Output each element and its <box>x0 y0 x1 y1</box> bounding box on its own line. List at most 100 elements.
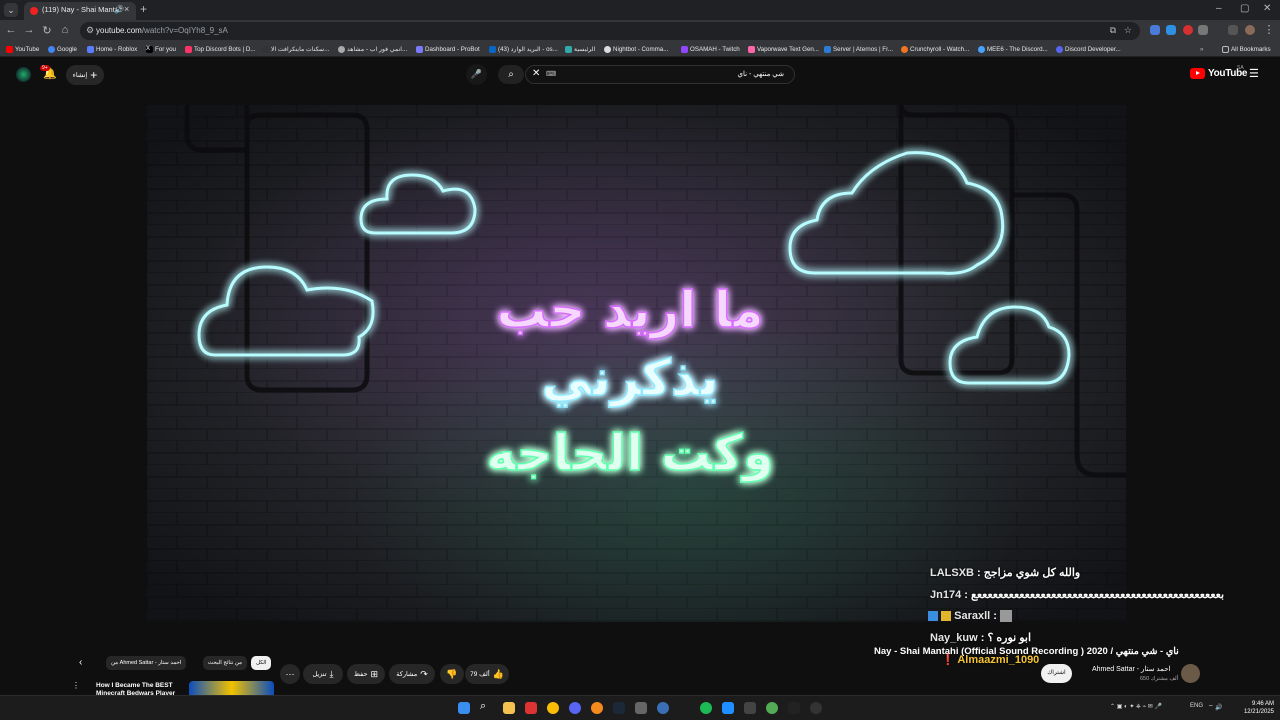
download-button[interactable]: تنزيل ⤓ <box>303 664 343 684</box>
chevron-left-icon[interactable]: ‹ <box>79 657 82 668</box>
dislike-button[interactable]: 👎 <box>440 664 464 684</box>
bookmark-probot[interactable]: Dashboard - ProBot <box>416 44 480 55</box>
all-bookmarks[interactable]: All Bookmarks <box>1222 44 1271 55</box>
extensions-puzzle-icon[interactable] <box>1198 25 1208 35</box>
bookmark-vaporwave[interactable]: Vaporwave Text Gen... <box>748 44 819 55</box>
bookmark-mee6[interactable]: MEE6 - The Discord... <box>978 44 1048 55</box>
account-avatar[interactable] <box>16 67 31 82</box>
chrome-icon[interactable] <box>547 702 559 714</box>
bookmark-youtube[interactable]: YouTube <box>6 44 39 55</box>
keyboard-icon[interactable]: ⌨ <box>546 70 556 78</box>
bookmark-aternos[interactable]: Server | Aternos | Fr... <box>824 44 893 55</box>
network-volume-icon[interactable]: ⌔ 🔊 <box>1208 703 1223 711</box>
create-button[interactable]: إنشاء + <box>66 65 104 85</box>
bookmark-crunchyroll[interactable]: Crunchyroll - Watch... <box>901 44 969 55</box>
discord-icon[interactable] <box>569 702 581 714</box>
new-tab-button[interactable]: + <box>140 2 147 16</box>
bookmark-x[interactable]: X For you <box>146 44 176 55</box>
emote-icon <box>1000 610 1012 623</box>
video-player[interactable]: ما اريد حب يذكرني وكت الحاجه <box>147 105 1126 622</box>
app-icon[interactable] <box>744 702 756 714</box>
browser-toolbar: ← → ↻ ⌂ ⚙ youtube.com/watch?v=OqIYh8_9_s… <box>0 20 1280 42</box>
tab-search-button[interactable]: ⌄ <box>4 3 18 17</box>
save-button[interactable]: حفظ ⊞ <box>347 664 385 684</box>
language-indicator[interactable]: ENG <box>1190 703 1203 709</box>
chat-message: Saraxll : <box>928 610 1012 623</box>
chip-all[interactable]: الكل <box>251 656 272 670</box>
app-icon[interactable] <box>810 702 822 714</box>
chat-message: Jn174 : بععععععععععععععععععععععععععععععع… <box>930 589 1225 601</box>
bookmark-nightbot[interactable]: Nightbot - Comma... <box>604 44 668 55</box>
file-explorer-icon[interactable] <box>503 702 515 714</box>
bookmark-mail[interactable]: البريد الوارد (43) - os... <box>489 44 558 55</box>
extension-icon[interactable] <box>1183 25 1193 35</box>
steam-icon[interactable] <box>613 702 625 714</box>
bookmark-topgg[interactable]: Top Discord Bots | D... <box>185 44 255 55</box>
tab-title: (119) Nay - Shai Mantahi ( <box>42 5 122 14</box>
more-vertical-icon[interactable]: ⋮ <box>72 681 80 690</box>
start-windows-icon[interactable] <box>458 702 470 714</box>
subscribe-button[interactable]: اشتراك <box>1041 664 1072 683</box>
search-button[interactable]: ⌕ <box>498 65 524 84</box>
bookmark-icon: ⊞ <box>370 668 379 679</box>
minimize-icon[interactable]: – <box>1216 3 1222 14</box>
lyric-line-3: وكت الحاجه <box>486 424 774 483</box>
downloads-icon[interactable] <box>1228 25 1238 35</box>
bookmark-roblox[interactable]: Home - Roblox <box>87 44 137 55</box>
url-text: youtube.com/watch?v=OqIYh8_9_sA <box>96 26 228 35</box>
bookmark-star-icon[interactable]: ☆ <box>1124 25 1132 36</box>
chip-from-channel[interactable]: من Ahmed Sattar - احمد ستار <box>106 656 187 670</box>
back-icon[interactable]: ← <box>4 24 18 36</box>
bookmark-twitch[interactable]: OSAMAH - Twitch <box>681 44 740 55</box>
like-button[interactable]: 79 ألف 👍 <box>465 664 509 684</box>
guide-menu-icon[interactable]: ☰ <box>1249 67 1259 80</box>
reload-icon[interactable]: ↻ <box>40 24 54 37</box>
app-icon[interactable] <box>591 702 603 714</box>
bookmark-mc-skins[interactable]: سكنات ماينكرافت الا... <box>262 44 329 55</box>
app-icon[interactable] <box>788 702 800 714</box>
chat-text: بععععععععععععععععععععععععععععععععععععععع… <box>970 589 1225 601</box>
voice-search-mic-icon[interactable]: 🎤 <box>466 64 487 85</box>
share-button[interactable]: مشاركة ↷ <box>389 664 435 684</box>
browser-tab[interactable]: (119) Nay - Shai Mantahi ( 🔊 × <box>24 2 136 20</box>
extension-icon[interactable] <box>1166 25 1176 35</box>
close-window-icon[interactable]: ✕ <box>1263 3 1271 14</box>
thumbs-up-icon: 👍 <box>492 668 504 679</box>
app-icon[interactable] <box>635 702 647 714</box>
bookmark-google[interactable]: Google <box>48 44 77 55</box>
search-icon[interactable]: ⌕ <box>480 700 492 712</box>
channel-avatar[interactable] <box>1181 664 1200 683</box>
bookmark-anime[interactable]: انمي فور اب - مشاهد... <box>338 44 407 55</box>
app-icon[interactable] <box>722 702 734 714</box>
chat-text: ابو نوره ؟ <box>987 632 1032 644</box>
extension-icon[interactable] <box>1150 25 1160 35</box>
home-icon[interactable]: ⌂ <box>58 24 72 36</box>
system-clock[interactable]: 9:46 AM 12/21/2025 <box>1234 700 1274 716</box>
youtube-favicon-icon <box>30 7 38 15</box>
site-info-icon[interactable]: ⚙ <box>86 25 94 36</box>
browser-menu-icon[interactable]: ⋮ <box>1262 23 1276 36</box>
share-icon: ↷ <box>420 668 428 679</box>
maximize-icon[interactable]: ▢ <box>1240 3 1249 14</box>
recommended-video-thumbnail[interactable] <box>189 681 274 695</box>
clear-search-icon[interactable]: ✕ <box>532 68 540 79</box>
cast-icon[interactable]: ⧉ <box>1110 25 1116 36</box>
app-icon[interactable] <box>657 702 669 714</box>
address-bar[interactable]: ⚙ youtube.com/watch?v=OqIYh8_9_sA ⧉ ☆ <box>80 22 1140 40</box>
bookmark-home[interactable]: الرئيسية <box>565 44 595 55</box>
close-tab-icon[interactable]: × <box>124 4 129 14</box>
audio-playing-icon[interactable]: 🔊 <box>114 5 124 14</box>
chip-from-search[interactable]: من نتائج البحث <box>203 656 247 670</box>
bookmarks-overflow-icon[interactable]: » <box>1200 44 1203 55</box>
app-icon[interactable] <box>525 702 537 714</box>
spotify-icon[interactable] <box>700 702 712 714</box>
more-actions-button[interactable]: ⋯ <box>280 664 300 684</box>
channel-name[interactable]: Ahmed Sattar - احمد ستار <box>1092 665 1170 673</box>
chat-username: Jn174 <box>930 589 962 601</box>
app-icon[interactable] <box>766 702 778 714</box>
profile-avatar[interactable] <box>1245 25 1255 35</box>
bookmark-discord-dev[interactable]: Discord Developer... <box>1056 44 1121 55</box>
search-input[interactable]: ✕ ⌨ شي منتهي - ناي <box>525 65 795 84</box>
forward-icon[interactable]: → <box>22 24 36 36</box>
tray-icons[interactable]: ⌃ ▣ ◐ ✦ ⎈ ⌁ ✉ 🎤 <box>1110 703 1162 711</box>
